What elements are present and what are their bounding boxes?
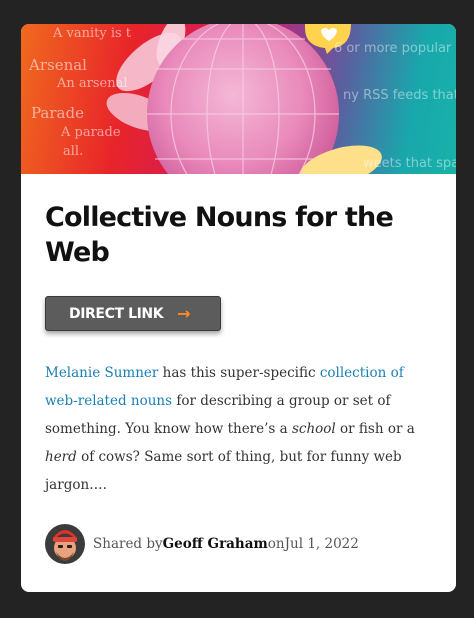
post-excerpt: Melanie Sumner has this super-specific c… (45, 359, 430, 499)
arrow-right-icon: → (177, 303, 191, 323)
hero-snippet: A vanity is t (53, 26, 132, 41)
post-date: Jul 1, 2022 (284, 536, 359, 552)
excerpt-text: or fish or a (335, 421, 415, 437)
excerpt-emphasis: herd (45, 449, 77, 465)
hero-snippet: all. (63, 144, 84, 159)
hero-image[interactable]: A vanity is t Arsenal An arsenal Parade … (21, 24, 456, 174)
excerpt-text: has this super-specific (158, 365, 320, 381)
hero-snippet: 6 or more popular answ (334, 41, 456, 56)
on-label: on (267, 536, 285, 552)
direct-link-button[interactable]: DIRECT LINK → (45, 296, 221, 331)
post-content: Collective Nouns for the Web DIRECT LINK… (21, 174, 456, 499)
post-meta: Shared by ​Geoff Graham on Jul 1, 2022 (45, 524, 359, 564)
author-name[interactable]: Geoff Graham (163, 536, 268, 552)
hero-snippet: A parade (61, 125, 121, 140)
author-link[interactable]: Melanie Sumner (45, 365, 158, 381)
hero-snippet: Arsenal (29, 56, 87, 74)
post-card: A vanity is t Arsenal An arsenal Parade … (21, 24, 456, 592)
hero-snippet: Parade (31, 104, 84, 122)
shared-by-label: Shared by (93, 536, 163, 552)
hero-snippet: weets that spawn (363, 156, 456, 171)
hero-snippet: An arsenal (57, 76, 128, 91)
direct-link-label: DIRECT LINK (69, 305, 164, 322)
post-title[interactable]: Collective Nouns for the Web (45, 200, 432, 270)
avatar-image (45, 524, 85, 564)
hero-snippet: ny RSS feeds that y (343, 88, 456, 103)
excerpt-emphasis: school (291, 421, 336, 437)
excerpt-text: of cows? Same sort of thing, but for fun… (45, 449, 402, 493)
avatar[interactable] (45, 524, 85, 564)
